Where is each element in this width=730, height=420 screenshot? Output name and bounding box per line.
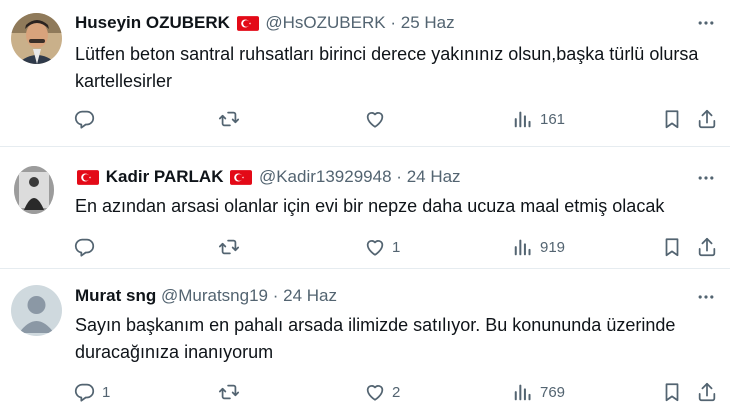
author-handle[interactable]: @Muratsng19 xyxy=(161,286,268,305)
reply-icon xyxy=(74,236,96,258)
share-button[interactable] xyxy=(696,232,718,262)
bookmark-button[interactable] xyxy=(661,232,683,262)
retweet-icon xyxy=(218,108,240,130)
author-name[interactable]: Huseyin OZUBERK xyxy=(75,13,230,32)
like-count: 1 xyxy=(392,238,401,256)
reply-button[interactable] xyxy=(74,104,102,134)
avatar[interactable] xyxy=(11,285,62,336)
reply-count: 1 xyxy=(102,383,111,401)
like-button[interactable]: 2 xyxy=(364,377,400,407)
reply-button[interactable]: 1 xyxy=(74,377,110,407)
turkey-flag-icon xyxy=(77,170,99,185)
bookmark-button[interactable] xyxy=(661,104,683,134)
author-name[interactable]: Murat sng xyxy=(75,286,156,305)
avatar[interactable] xyxy=(11,13,62,64)
turkey-flag-icon xyxy=(237,16,259,31)
like-button[interactable]: 1 xyxy=(364,232,400,262)
reply-icon xyxy=(74,381,96,403)
tweet-date[interactable]: 24 Haz xyxy=(283,286,337,305)
share-icon xyxy=(696,108,718,130)
separator-dot: · xyxy=(390,13,397,32)
retweet-button[interactable] xyxy=(218,104,246,134)
tweet[interactable]: Murat sng @Muratsng19 · 24 Haz Sayın baş… xyxy=(0,268,730,420)
tweet[interactable]: Kadir PARLAK @Kadir13929948 · 24 Haz En … xyxy=(0,146,730,268)
more-icon[interactable] xyxy=(696,168,716,188)
like-icon xyxy=(364,381,386,403)
views-button[interactable]: 769 xyxy=(512,377,565,407)
like-button[interactable] xyxy=(364,104,392,134)
bookmark-icon xyxy=(661,108,683,130)
view-count: 769 xyxy=(540,383,566,401)
separator-dot: · xyxy=(272,286,279,305)
retweet-icon xyxy=(218,381,240,403)
retweet-icon xyxy=(218,236,240,258)
share-button[interactable] xyxy=(696,377,718,407)
reply-icon xyxy=(74,108,96,130)
separator-dot: · xyxy=(396,167,402,186)
like-icon xyxy=(364,236,386,258)
views-icon xyxy=(512,381,534,403)
tweet[interactable]: Huseyin OZUBERK @HsOZUBERK · 25 Haz Lütf… xyxy=(0,0,730,146)
tweet-text: En azından arsasi olanlar için evi bir n… xyxy=(75,196,665,216)
tweet-text: Sayın başkanım en pahalı arsada ilimizde… xyxy=(75,315,676,362)
share-icon xyxy=(696,236,718,258)
bookmark-button[interactable] xyxy=(661,377,683,407)
views-icon xyxy=(512,236,534,258)
views-button[interactable]: 161 xyxy=(512,104,565,134)
author-handle[interactable]: @Kadir13929948 xyxy=(259,167,392,186)
author-handle[interactable]: @HsOZUBERK xyxy=(265,13,385,32)
bookmark-icon xyxy=(661,381,683,403)
share-button[interactable] xyxy=(696,104,718,134)
view-count: 919 xyxy=(540,238,566,256)
retweet-button[interactable] xyxy=(218,232,246,262)
more-icon[interactable] xyxy=(696,287,716,307)
like-count: 2 xyxy=(392,383,401,401)
author-name[interactable]: Kadir PARLAK xyxy=(106,167,224,186)
more-icon[interactable] xyxy=(696,13,716,33)
view-count: 161 xyxy=(540,110,566,128)
tweet-date[interactable]: 24 Haz xyxy=(407,167,461,186)
bookmark-icon xyxy=(661,236,683,258)
tweet-text: Lütfen beton santral ruhsatları birinci … xyxy=(75,44,699,91)
retweet-button[interactable] xyxy=(218,377,246,407)
views-icon xyxy=(512,108,534,130)
avatar[interactable] xyxy=(14,166,54,214)
tweet-date[interactable]: 25 Haz xyxy=(401,13,455,32)
like-icon xyxy=(364,108,386,130)
turkey-flag-icon xyxy=(230,170,252,185)
reply-button[interactable] xyxy=(74,232,102,262)
share-icon xyxy=(696,381,718,403)
views-button[interactable]: 919 xyxy=(512,232,565,262)
